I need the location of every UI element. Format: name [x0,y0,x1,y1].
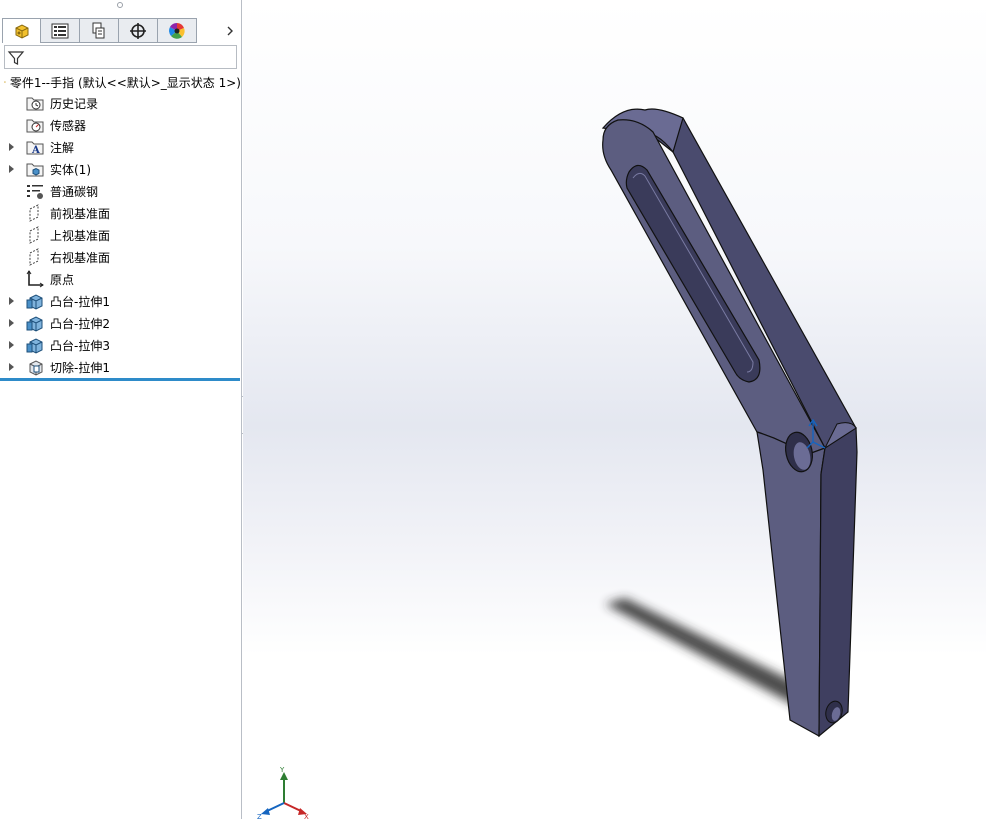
tree-item[interactable]: 右视基准面 [0,246,241,268]
tree-item-label: 右视基准面 [50,251,111,265]
tree-item[interactable]: 传感器 [0,114,241,136]
tree-item-label: 前视基准面 [50,207,111,221]
tab-display-manager[interactable] [158,18,197,43]
tree-item[interactable]: 前视基准面 [0,202,241,224]
part-icon [15,24,28,39]
plane-icon [29,248,39,266]
tree-item-label: 历史记录 [50,97,99,111]
property-list-icon [51,23,69,38]
tree-item[interactable]: 原点 [0,268,241,290]
solid-bodies-folder-icon [26,163,44,177]
tree-item-label: 凸台-拉伸3 [50,339,110,353]
filter-icon [7,51,25,65]
material-icon [27,185,43,199]
annotation-folder-icon: A [26,141,44,156]
color-wheel-icon [169,22,185,39]
plane-icon [29,204,39,222]
history-folder-icon [26,97,44,111]
sensor-folder-icon [26,119,44,133]
tree-item[interactable]: 凸台-拉伸3 [0,334,241,356]
crosshair-icon [130,22,146,39]
tree-item[interactable]: 上视基准面 [0,224,241,246]
boss-extrude-icon [26,316,43,332]
tree-item-label: 普通碳钢 [50,185,99,199]
tab-property-manager[interactable] [41,18,80,43]
manager-tabs [2,18,197,43]
tabs-scroll-right-button[interactable] [222,18,238,43]
tree-item[interactable]: 历史记录 [0,92,241,114]
expand-arrow-icon[interactable] [9,319,14,327]
tree-item-label: 实体(1) [50,163,91,177]
tree-item[interactable]: 凸台-拉伸1 [0,290,241,312]
tree-item[interactable]: 凸台-拉伸2 [0,312,241,334]
tree-item[interactable]: 普通碳钢 [0,180,241,202]
expand-arrow-icon[interactable] [9,165,14,173]
triad-x-label: X [304,813,309,819]
svg-text:A: A [31,145,40,156]
part-icon [4,81,6,83]
tree-item[interactable]: A 注解 [0,136,241,158]
feature-manager-panel: 零件1--手指 (默认<<默认>_显示状态 1>) 历史记录传感器 A 注解实体(1… [0,0,242,819]
tree-root-label: 零件1--手指 (默认<<默认>_显示状态 1>) [9,75,241,90]
part-lower-side-face [818,426,858,738]
tree-item-label: 原点 [50,273,75,287]
tree-item-label: 上视基准面 [50,229,111,243]
plane-icon [29,226,39,244]
tree-item-label: 切除-拉伸1 [50,361,110,375]
expand-arrow-icon[interactable] [9,341,14,349]
tree-item-label: 凸台-拉伸2 [50,317,110,331]
tree-item[interactable]: 实体(1) [0,158,241,180]
boss-extrude-icon [26,294,43,310]
tab-configuration-manager[interactable] [80,18,119,43]
orientation-triad: Y X Z [257,766,309,819]
tree-item[interactable]: 切除-拉伸1 [0,356,241,378]
panel-grip-handle[interactable] [117,2,123,8]
tab-feature-manager[interactable] [2,18,41,43]
graphics-viewport[interactable]: Y X Z [243,0,986,819]
model-view: Y X Z [257,108,858,819]
configuration-icon [92,22,105,38]
chevron-right-icon [227,26,233,35]
tree-filter-input[interactable] [4,45,237,69]
rollback-bar[interactable] [0,378,240,381]
expand-arrow-icon[interactable] [9,363,14,371]
boss-extrude-icon [26,338,43,354]
cut-extrude-icon [29,360,43,376]
triad-z-label: Z [257,813,262,819]
expand-arrow-icon[interactable] [9,143,14,151]
tree-item-label: 注解 [50,141,75,155]
origin-icon [26,270,44,288]
expand-arrow-icon[interactable] [9,297,14,305]
tree-item-label: 传感器 [50,119,87,133]
tree-item-label: 凸台-拉伸1 [50,295,110,309]
tab-dimxpert-manager[interactable] [119,18,158,43]
tree-root-part[interactable]: 零件1--手指 (默认<<默认>_显示状态 1>) [4,72,241,92]
triad-y-label: Y [279,766,285,774]
